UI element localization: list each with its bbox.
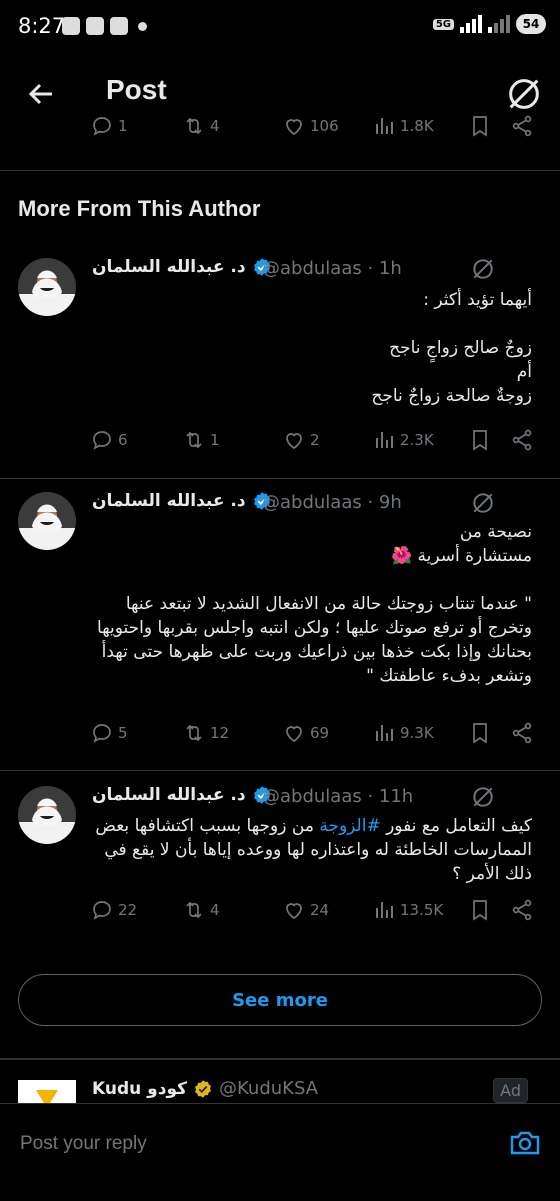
grok-icon[interactable]	[504, 74, 544, 114]
grok-icon[interactable]	[470, 256, 496, 282]
bookmark-icon	[468, 721, 492, 745]
bookmark-button[interactable]	[468, 898, 492, 922]
repost-icon	[182, 428, 206, 452]
avatar[interactable]	[18, 492, 76, 550]
author-name: د. عبدالله السلمان	[92, 785, 246, 805]
repost-button[interactable]: 12	[182, 721, 229, 745]
repost-icon	[182, 898, 206, 922]
message-icon	[110, 17, 128, 35]
repost-button[interactable]: 1	[182, 428, 220, 452]
reply-icon	[90, 114, 114, 138]
author-name: د. عبدالله السلمان	[92, 491, 246, 511]
author-name: د. عبدالله السلمان	[92, 257, 246, 277]
reply-input[interactable]	[18, 1132, 462, 1156]
grok-icon[interactable]	[470, 490, 496, 516]
divider	[0, 478, 560, 479]
author-handle: @abdulaas · 9h	[262, 492, 402, 513]
share-button[interactable]	[510, 898, 534, 922]
ad-handle: @KuduKSA	[219, 1078, 319, 1099]
reply-button[interactable]: 6	[90, 428, 128, 452]
reply-icon	[90, 898, 114, 922]
reply-icon	[90, 428, 114, 452]
reply-button[interactable]: 1	[90, 114, 128, 138]
notification-icons	[62, 17, 147, 35]
share-icon	[510, 428, 534, 452]
tweet-author[interactable]: د. عبدالله السلمان	[92, 491, 272, 511]
divider	[0, 770, 560, 771]
ad-badge: Ad	[493, 1078, 528, 1103]
bookmark-icon	[468, 898, 492, 922]
section-title: More From This Author	[18, 196, 261, 221]
divider	[0, 1058, 560, 1060]
app-icon	[86, 17, 104, 35]
hashtag-link[interactable]: #الزوجة	[319, 816, 380, 836]
like-button[interactable]: 69	[282, 721, 329, 745]
tweet-author[interactable]: د. عبدالله السلمان	[92, 785, 272, 805]
reply-bar	[0, 1103, 560, 1201]
page-title: Post	[106, 74, 167, 105]
views-button[interactable]: 13.5K	[372, 898, 443, 922]
tweet-author[interactable]: د. عبدالله السلمان	[92, 257, 272, 277]
views-button[interactable]: 9.3K	[372, 721, 434, 745]
reply-button[interactable]: 5	[90, 721, 128, 745]
like-button[interactable]: 2	[282, 428, 320, 452]
share-button[interactable]	[510, 114, 534, 138]
signal-icon-2	[488, 15, 510, 33]
heart-icon	[282, 428, 306, 452]
heart-icon	[282, 114, 306, 138]
bookmark-button[interactable]	[468, 114, 492, 138]
bookmark-button[interactable]	[468, 721, 492, 745]
signal-icon	[460, 15, 482, 33]
ad-author[interactable]: Kudu كودو @KuduKSA	[92, 1078, 318, 1099]
network-badge: 5G	[432, 18, 454, 30]
author-handle: @abdulaas · 11h	[262, 786, 414, 807]
avatar[interactable]	[18, 258, 76, 316]
views-icon	[372, 428, 396, 452]
tweet-text: نصيحة من مستشارة أسرية 🌺 " عندما تنتاب ز…	[97, 522, 532, 686]
heart-icon	[282, 721, 306, 745]
like-button[interactable]: 106	[282, 114, 339, 138]
snapchat-icon	[62, 17, 80, 35]
share-button[interactable]	[510, 721, 534, 745]
system-icons: 5G 54	[432, 14, 546, 34]
share-button[interactable]	[510, 428, 534, 452]
bookmark-icon	[468, 428, 492, 452]
avatar[interactable]	[18, 786, 76, 844]
views-icon	[372, 721, 396, 745]
repost-button[interactable]: 4	[182, 114, 220, 138]
reply-icon	[90, 721, 114, 745]
dot-icon	[138, 21, 147, 31]
divider	[0, 170, 560, 171]
tweet-text: أيهما تؤيد أكثر : زوجٌ صالح زواجٍ ناجح أ…	[371, 290, 532, 406]
battery-indicator: 54	[516, 14, 546, 34]
status-time: 8:27	[18, 14, 66, 38]
views-icon	[372, 114, 396, 138]
ad-name: Kudu كودو	[92, 1078, 188, 1099]
author-handle: @abdulaas · 1h	[262, 258, 402, 279]
share-icon	[510, 114, 534, 138]
camera-icon[interactable]	[508, 1126, 542, 1160]
bookmark-button[interactable]	[468, 428, 492, 452]
tweet-text: كيف التعامل مع نفور #الزوجة من زوجها بسب…	[95, 816, 532, 884]
arrow-left-icon[interactable]	[22, 74, 62, 114]
repost-button[interactable]: 4	[182, 898, 220, 922]
bookmark-icon	[468, 114, 492, 138]
views-button[interactable]: 2.3K	[372, 428, 434, 452]
repost-icon	[182, 721, 206, 745]
see-more-button[interactable]: See more	[18, 974, 542, 1026]
repost-icon	[182, 114, 206, 138]
share-icon	[510, 898, 534, 922]
status-bar: 8:27 5G 54	[0, 0, 560, 60]
grok-icon[interactable]	[470, 784, 496, 810]
views-icon	[372, 898, 396, 922]
heart-icon	[282, 898, 306, 922]
views-button[interactable]: 1.8K	[372, 114, 434, 138]
reply-button[interactable]: 22	[90, 898, 137, 922]
verified-badge-icon	[193, 1079, 213, 1099]
like-button[interactable]: 24	[282, 898, 329, 922]
share-icon	[510, 721, 534, 745]
